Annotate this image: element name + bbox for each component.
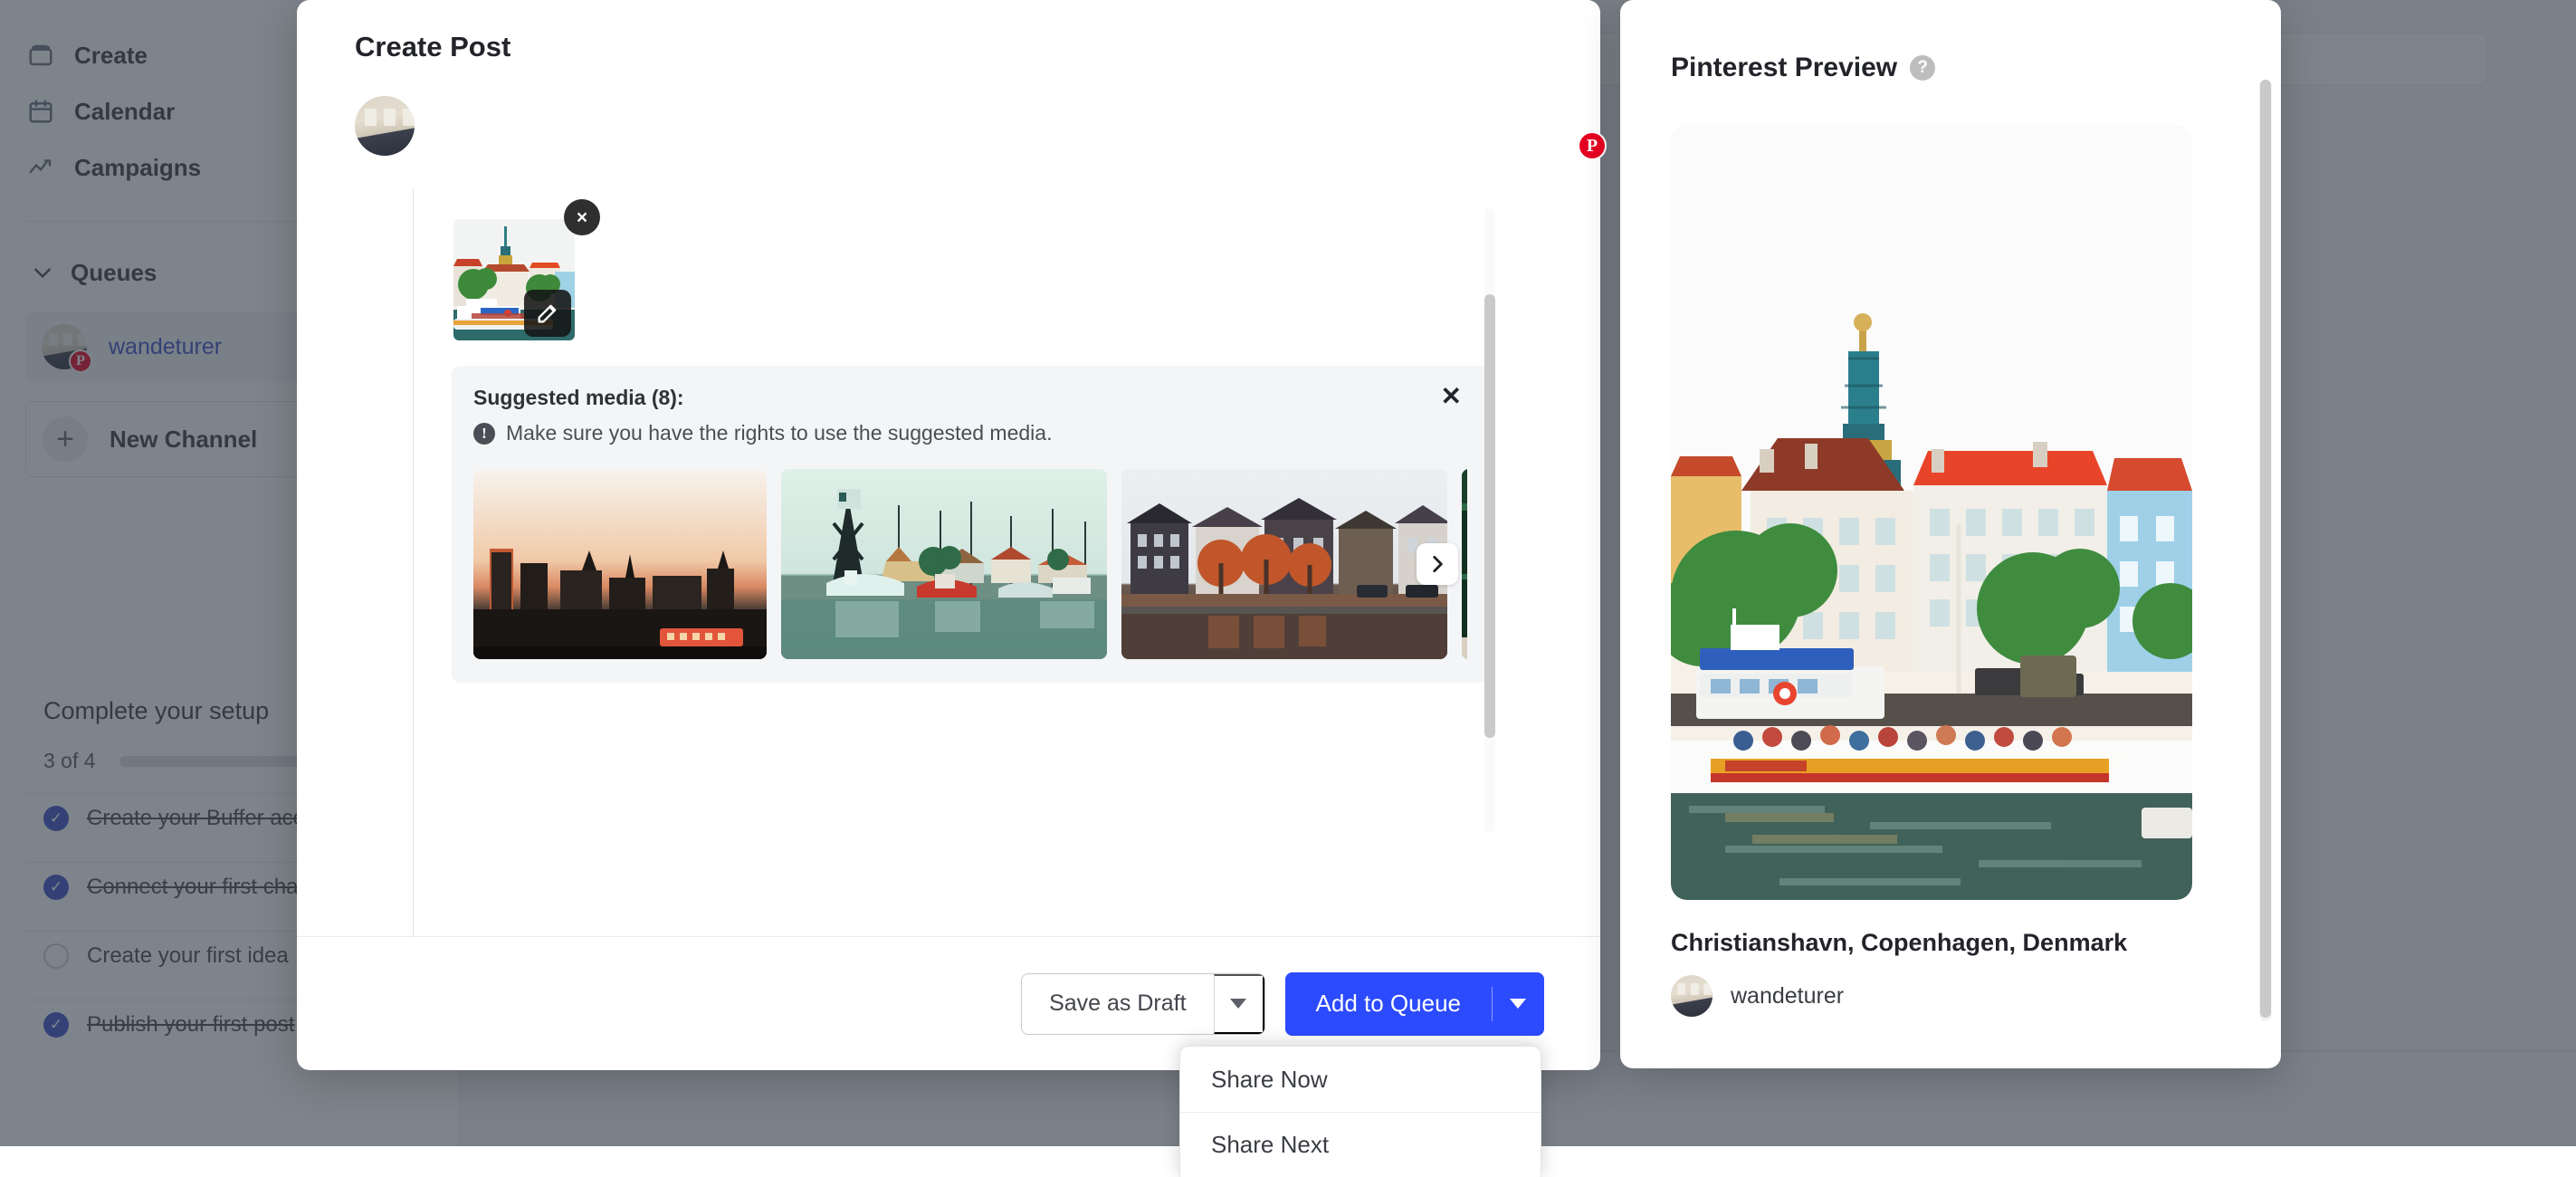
- suggested-media-strip[interactable]: [473, 469, 1467, 659]
- save-as-draft-button[interactable]: Save as Draft: [1022, 974, 1213, 1034]
- pencil-icon: [535, 301, 560, 326]
- suggested-media-image: [781, 469, 1107, 659]
- avatar-image: [1671, 975, 1713, 1017]
- uploaded-media: ×: [453, 219, 575, 340]
- suggested-media-item[interactable]: [473, 469, 767, 659]
- suggested-media-item[interactable]: [1462, 469, 1467, 659]
- composer-scrollbar[interactable]: [1484, 208, 1495, 833]
- suggested-media-warning: ! Make sure you have the rights to use t…: [473, 421, 1467, 445]
- save-as-draft-split-button: Save as Draft: [1021, 973, 1264, 1035]
- composer-body: × Suggested media (8): ! Make sure you h…: [297, 188, 1600, 936]
- preview-caption: Christianshavn, Copenhagen, Denmark: [1671, 929, 2281, 957]
- add-to-queue-button[interactable]: Add to Queue: [1285, 972, 1492, 1036]
- composer-scrollbar-thumb[interactable]: [1484, 294, 1495, 738]
- pinterest-preview-panel: Pinterest Preview ?: [1620, 0, 2281, 1068]
- suggested-media-image: [1121, 469, 1447, 659]
- help-icon[interactable]: ?: [1910, 55, 1935, 81]
- preview-header: Pinterest Preview ?: [1620, 0, 2281, 83]
- create-post-modal: Create Post P: [297, 0, 1600, 1070]
- preview-pin-image: [1671, 125, 2192, 900]
- preview-author: wandeturer: [1671, 975, 2281, 1017]
- preview-title: Pinterest Preview: [1671, 53, 1897, 83]
- add-to-queue-split-button: Add to Queue: [1285, 972, 1544, 1036]
- close-icon[interactable]: ✕: [1441, 384, 1462, 409]
- chevron-down-icon: [1510, 999, 1526, 1009]
- composer-editor-column: × Suggested media (8): ! Make sure you h…: [413, 188, 1510, 936]
- menu-item-share-next[interactable]: Share Next: [1180, 1112, 1541, 1177]
- composer-account: P: [297, 63, 1600, 156]
- avatar[interactable]: P: [355, 96, 1600, 156]
- preview-pin-photo: [1671, 125, 2192, 900]
- preview-scrollbar[interactable]: [2259, 80, 2272, 1021]
- chevron-right-icon: [1426, 552, 1449, 576]
- add-to-queue-caret-button[interactable]: [1492, 972, 1544, 1036]
- warning-icon: !: [473, 423, 495, 445]
- suggested-media-next-button[interactable]: [1417, 543, 1458, 585]
- remove-media-button[interactable]: ×: [564, 199, 600, 235]
- suggested-media-warning-text: Make sure you have the rights to use the…: [506, 421, 1052, 445]
- suggested-media-panel: Suggested media (8): ! Make sure you hav…: [452, 366, 1489, 683]
- avatar-image: [355, 96, 415, 156]
- chevron-down-icon: [1230, 999, 1246, 1009]
- suggested-media-item[interactable]: [1121, 469, 1447, 659]
- page-title: Create Post: [297, 0, 1600, 63]
- save-as-draft-caret-button[interactable]: [1214, 974, 1264, 1034]
- preview-scrollbar-thumb[interactable]: [2260, 80, 2271, 1018]
- uploaded-media-thumbnail[interactable]: [453, 219, 575, 340]
- edit-media-button[interactable]: [524, 290, 571, 337]
- suggested-media-item[interactable]: [781, 469, 1107, 659]
- suggested-media-image: [1462, 469, 1467, 659]
- pinterest-icon: P: [1578, 131, 1607, 160]
- share-options-menu: Share Now Share Next: [1179, 1046, 1541, 1177]
- menu-item-share-now[interactable]: Share Now: [1180, 1047, 1541, 1112]
- suggested-media-title: Suggested media (8):: [473, 386, 1467, 410]
- suggested-media-image: [473, 469, 767, 659]
- preview-author-name: wandeturer: [1731, 983, 1844, 1010]
